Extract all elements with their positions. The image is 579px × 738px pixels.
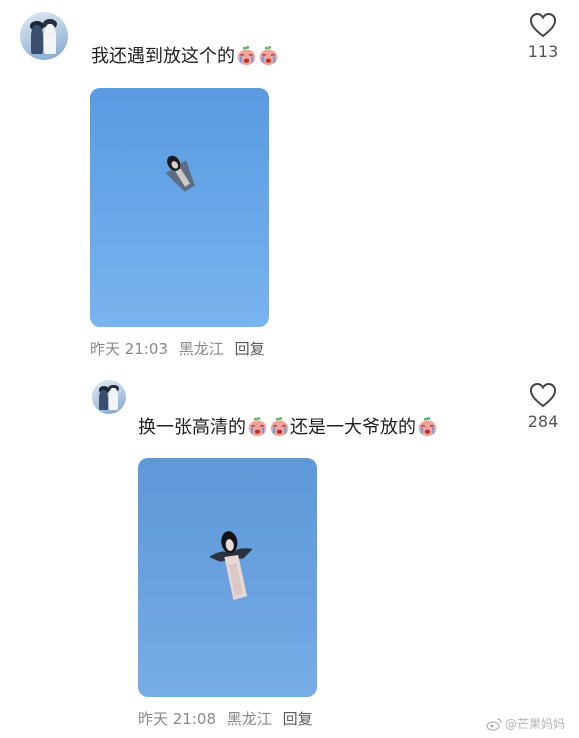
comment-text: 我还遇到放这个的 bbox=[91, 45, 279, 69]
weibo-icon bbox=[486, 717, 502, 731]
comment-time: 昨天 21:08 bbox=[138, 710, 216, 728]
crying-emoji-icon bbox=[270, 417, 289, 437]
reply-button[interactable]: 回复 bbox=[235, 340, 265, 358]
comment-text: 换一张高清的 还是一大爷放的 bbox=[138, 416, 438, 440]
avatar[interactable] bbox=[20, 12, 68, 60]
watermark: @芒果妈妈 bbox=[486, 715, 565, 732]
reply-button[interactable]: 回复 bbox=[283, 710, 313, 728]
comment-location: 黑龙江 bbox=[226, 710, 272, 728]
like-button[interactable]: 113 bbox=[518, 12, 568, 61]
comment-meta: 昨天 21:03 黑龙江 回复 bbox=[90, 338, 271, 359]
comment-1: 我还遇到放这个的 113 昨天 21:03 黑龙江 回复 bbox=[0, 0, 579, 370]
like-button[interactable]: 284 bbox=[518, 382, 568, 431]
comment-location: 黑龙江 bbox=[178, 340, 224, 358]
comment-image[interactable] bbox=[138, 458, 317, 697]
crying-emoji-icon bbox=[248, 417, 267, 437]
watermark-text: @芒果妈妈 bbox=[504, 717, 565, 731]
comment-body-part2: 还是一大爷放的 bbox=[290, 417, 416, 438]
crying-emoji-icon bbox=[418, 417, 437, 437]
comment-meta: 昨天 21:08 黑龙江 回复 bbox=[138, 708, 319, 729]
comment-image[interactable] bbox=[90, 88, 269, 327]
comment-body-part1: 换一张高清的 bbox=[138, 417, 246, 438]
comment-2: 换一张高清的 还是一大爷放的 284 昨天 21:08 黑龙江 回复 bbox=[0, 370, 579, 738]
like-count: 113 bbox=[527, 42, 559, 61]
avatar[interactable] bbox=[92, 380, 126, 414]
comment-body: 我还遇到放这个的 bbox=[91, 46, 235, 67]
crying-emoji-icon bbox=[237, 46, 256, 66]
like-count: 284 bbox=[527, 412, 559, 431]
kite-figure bbox=[209, 531, 253, 601]
heart-icon[interactable] bbox=[529, 382, 557, 408]
kite-figure bbox=[165, 155, 195, 192]
comment-time: 昨天 21:03 bbox=[90, 340, 168, 358]
heart-icon[interactable] bbox=[529, 12, 557, 38]
crying-emoji-icon bbox=[259, 46, 278, 66]
